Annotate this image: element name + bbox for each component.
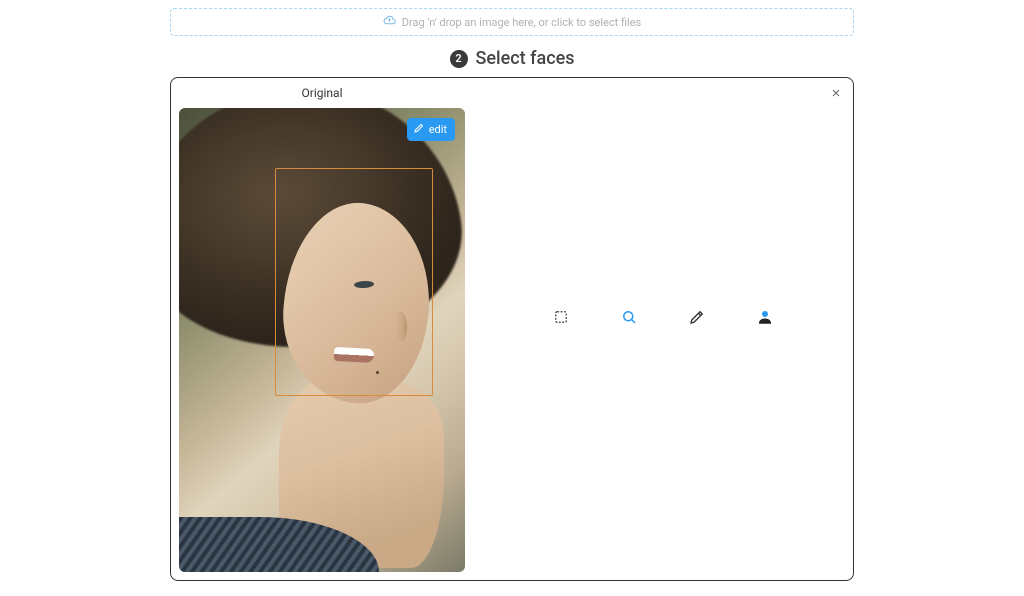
dropzone-text: Drag 'n' drop an image here, or click to… xyxy=(402,16,641,29)
tool-person[interactable] xyxy=(755,309,775,329)
step-title: Select faces xyxy=(476,48,575,69)
tool-row xyxy=(551,309,775,329)
edit-button[interactable]: edit xyxy=(407,118,455,141)
crop-icon xyxy=(552,308,570,330)
cloud-upload-icon xyxy=(383,14,396,30)
tab-original[interactable]: Original xyxy=(179,78,465,108)
tool-pencil[interactable] xyxy=(687,309,707,329)
person-icon xyxy=(756,308,774,330)
tool-crop[interactable] xyxy=(551,309,571,329)
tool-search[interactable] xyxy=(619,309,639,329)
tool-column xyxy=(473,78,853,580)
step-number-badge: 2 xyxy=(450,50,468,68)
step-header: 2 Select faces xyxy=(0,48,1024,69)
search-icon xyxy=(620,308,638,330)
source-image[interactable]: edit xyxy=(179,108,465,572)
edit-button-label: edit xyxy=(429,123,447,136)
upload-dropzone[interactable]: Drag 'n' drop an image here, or click to… xyxy=(170,8,854,36)
face-bounding-box[interactable] xyxy=(275,168,433,396)
tab-original-label: Original xyxy=(302,86,343,100)
image-column: Original edit xyxy=(171,78,473,580)
pencil-icon xyxy=(688,308,706,330)
face-select-panel: Original edit xyxy=(170,77,854,581)
pencil-icon xyxy=(413,122,425,137)
